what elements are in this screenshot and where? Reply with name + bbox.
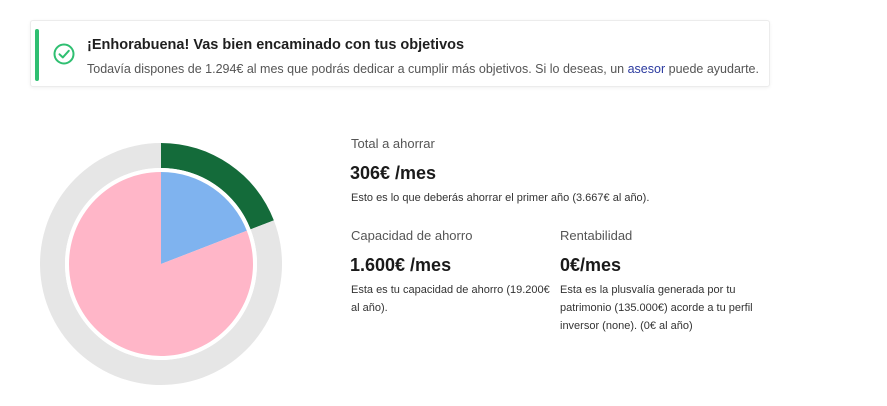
capacity-value: 1.600€ /mes (350, 255, 452, 275)
success-alert: ¡Enhorabuena! Vas bien encaminado con tu… (30, 20, 770, 87)
capacity-label: Capacidad de ahorro (351, 228, 473, 243)
alert-text-after: puede ayudarte. (668, 62, 759, 76)
alert-text: Todavía dispones de 1.294€ al mes que po… (87, 62, 759, 76)
alert-text-before: Todavía dispones de 1.294€ al mes que po… (87, 62, 625, 76)
returns-value: 0€/mes (560, 255, 622, 275)
asesor-link[interactable]: asesor (628, 62, 666, 76)
check-circle-icon (53, 43, 75, 65)
capacity-desc: Esta es tu capacidad de ahorro (19.200€ … (351, 284, 550, 314)
total-value: 306€ /mes (350, 163, 437, 183)
alert-title: ¡Enhorabuena! Vas bien encaminado con tu… (87, 37, 465, 53)
returns-label: Rentabilidad (560, 228, 633, 243)
total-label: Total a ahorrar (351, 136, 435, 151)
total-desc: Esto es lo que deberás ahorrar el primer… (351, 192, 650, 204)
alert-accent-bar (35, 29, 39, 81)
returns-desc: Esta es la plusvalía generada por tu pat… (560, 284, 753, 332)
savings-pie-chart (40, 143, 282, 385)
